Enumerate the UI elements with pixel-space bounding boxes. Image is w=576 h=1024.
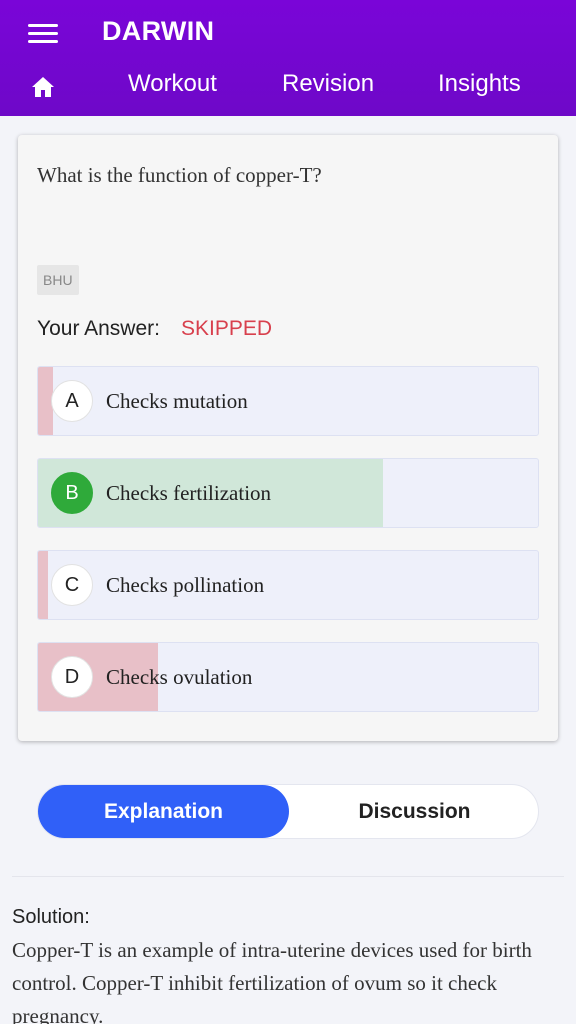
- option-a[interactable]: A Checks mutation: [37, 366, 539, 436]
- nav-workout[interactable]: Workout: [128, 70, 217, 98]
- option-d[interactable]: D Checks ovulation: [37, 642, 539, 712]
- explanation-discussion-tabs: Explanation Discussion: [37, 784, 539, 839]
- your-answer-label: Your Answer:: [37, 317, 160, 340]
- divider: [12, 876, 564, 877]
- app-title: DARWIN: [102, 16, 215, 46]
- nav-insights[interactable]: Insights: [438, 70, 521, 98]
- option-d-text: Checks ovulation: [106, 665, 253, 689]
- home-icon[interactable]: [31, 76, 55, 98]
- solution-label: Solution:: [12, 906, 90, 928]
- question-text: What is the function of copper-T?: [37, 163, 322, 187]
- option-c-text: Checks pollination: [106, 573, 265, 597]
- question-card: What is the function of copper-T? BHU Yo…: [18, 135, 558, 741]
- nav-revision[interactable]: Revision: [282, 70, 374, 98]
- option-a-letter: A: [51, 380, 93, 422]
- solution-text: Copper-T is an example of intra-uterine …: [12, 938, 532, 1024]
- menu-icon[interactable]: [28, 22, 58, 44]
- tab-explanation[interactable]: Explanation: [38, 785, 289, 838]
- exam-tag: BHU: [37, 265, 79, 295]
- answer-status: SKIPPED: [181, 317, 273, 340]
- option-c-letter: C: [51, 564, 93, 606]
- option-a-text: Checks mutation: [106, 389, 248, 413]
- option-d-letter: D: [51, 656, 93, 698]
- option-c[interactable]: C Checks pollination: [37, 550, 539, 620]
- tab-discussion[interactable]: Discussion: [289, 785, 540, 838]
- option-c-result-bar: [38, 551, 48, 619]
- option-b-text: Checks fertilization: [106, 481, 272, 505]
- option-b-letter: B: [51, 472, 93, 514]
- app-bar: DARWIN Workout Revision Insights: [0, 0, 576, 116]
- option-b[interactable]: B Checks fertilization: [37, 458, 539, 528]
